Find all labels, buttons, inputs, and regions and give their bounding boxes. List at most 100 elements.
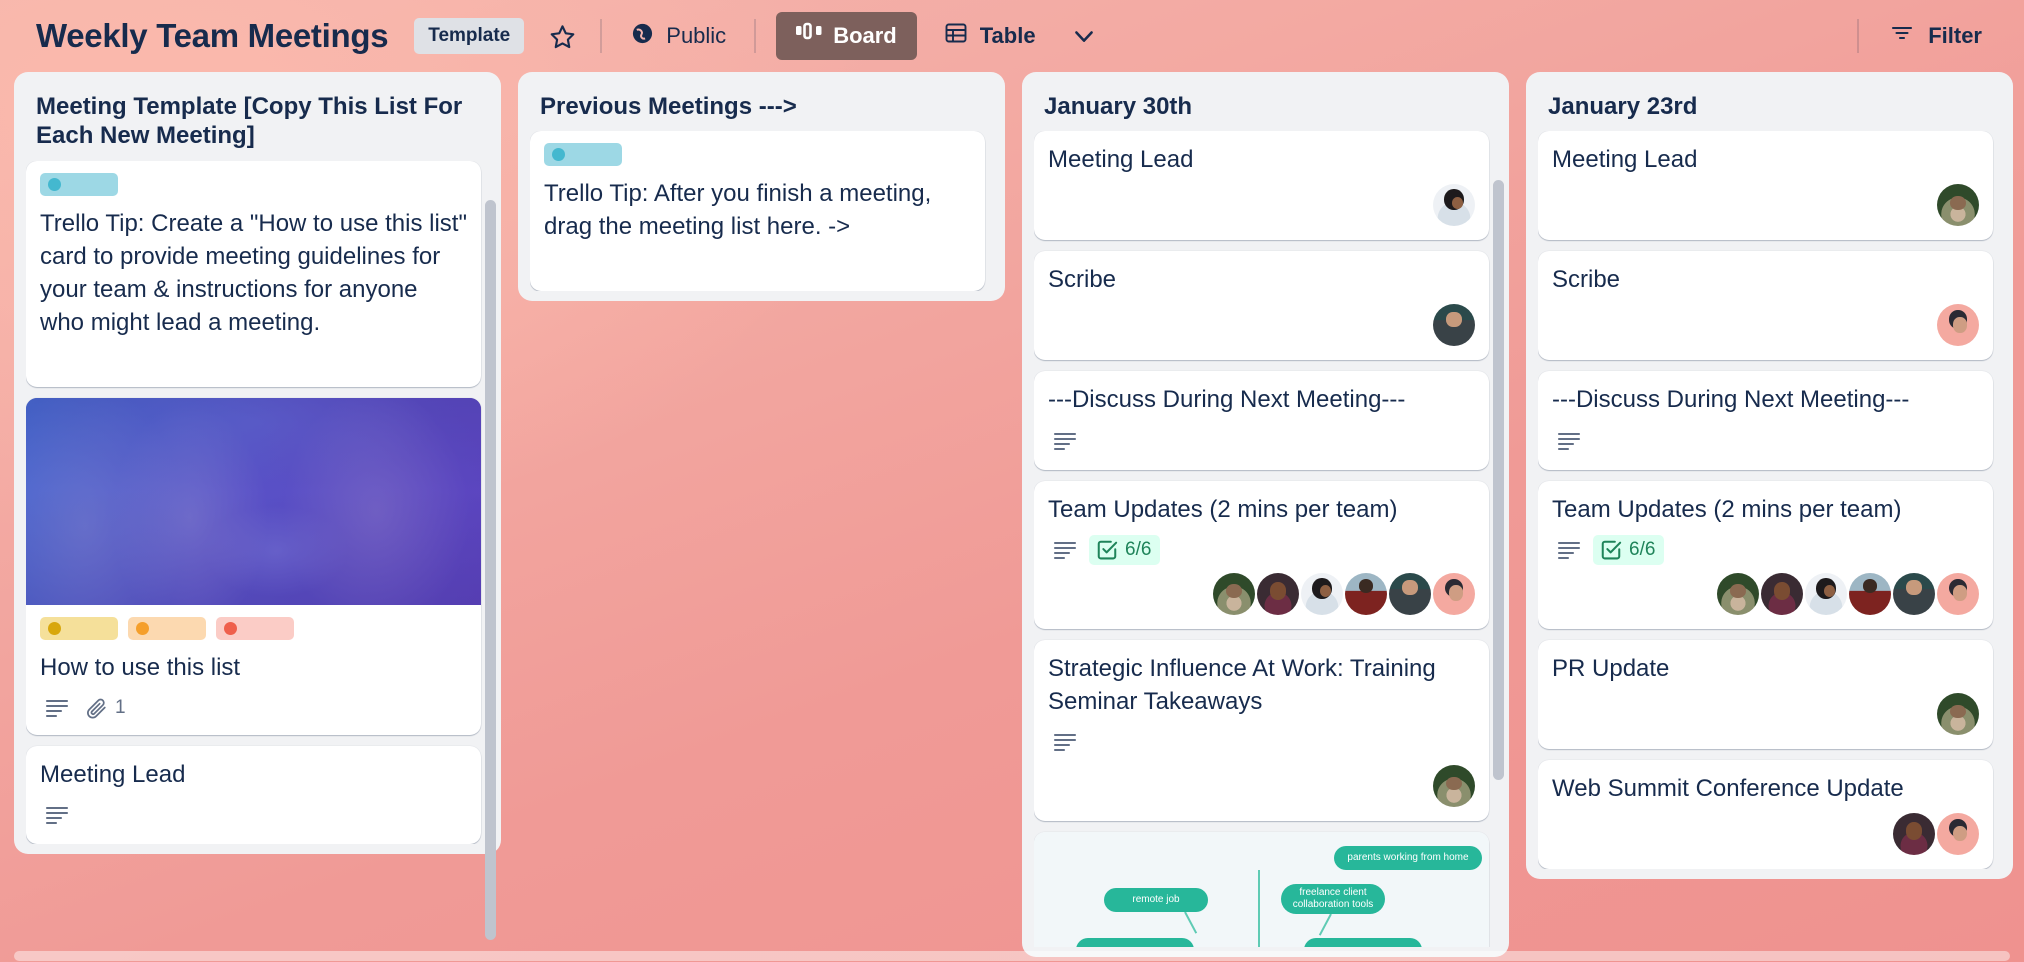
card[interactable]: PR Update — [1538, 639, 1993, 749]
card-label-yellow[interactable] — [40, 616, 118, 640]
card-badge-description[interactable] — [1552, 537, 1586, 563]
avatar[interactable] — [1433, 304, 1475, 347]
card[interactable]: Meeting Lead — [1538, 131, 1993, 241]
card-spacer — [40, 339, 467, 373]
card-title: Strategic Influence At Work: Training Se… — [1048, 654, 1436, 715]
chevron-down-icon[interactable] — [1058, 12, 1110, 60]
avatar[interactable] — [1937, 184, 1979, 227]
card-badge-attachment[interactable]: 1 — [81, 694, 131, 722]
avatar[interactable] — [1389, 572, 1431, 615]
checklist-icon — [1096, 539, 1118, 561]
card[interactable]: Trello Tip: Create a "How to use this li… — [26, 160, 481, 387]
card[interactable]: Strategic Influence At Work: Training Se… — [1034, 639, 1489, 821]
tab-board[interactable]: Board — [776, 12, 917, 60]
list-column: Meeting Template [Copy This List For Eac… — [14, 72, 501, 940]
card-badge-description[interactable] — [1048, 428, 1082, 454]
card-badge-checklist[interactable]: 6/6 — [1593, 534, 1665, 565]
card-title: ---Discuss During Next Meeting--- — [1048, 386, 1406, 414]
filter-label: Filter — [1928, 23, 1982, 48]
card-badges: 1 — [40, 693, 467, 723]
visibility-button[interactable]: Public — [616, 12, 740, 60]
description-icon — [1557, 540, 1581, 560]
label-dot-icon — [552, 148, 565, 162]
card-badge-description[interactable] — [40, 802, 74, 828]
card[interactable]: Meeting Lead — [26, 746, 481, 845]
card-title: Web Summit Conference Update — [1552, 774, 1904, 802]
card[interactable]: Scribe — [1034, 251, 1489, 361]
avatar[interactable] — [1257, 572, 1299, 615]
card-badge-checklist[interactable]: 6/6 — [1089, 534, 1161, 565]
card-members — [1048, 184, 1475, 227]
avatar[interactable] — [1893, 812, 1935, 855]
avatar[interactable] — [1345, 572, 1387, 615]
avatar[interactable] — [1433, 184, 1475, 227]
checklist-count: 6/6 — [1125, 538, 1152, 560]
avatar[interactable] — [1849, 572, 1891, 615]
attachment-count: 1 — [115, 697, 126, 719]
card-members — [1552, 812, 1979, 855]
list-column: January 30th Meeting Lead Scribe ---Discuss… — [1022, 72, 1509, 957]
card[interactable]: Team Updates (2 mins per team) 6/6 — [1034, 480, 1489, 629]
attachment-icon — [86, 697, 108, 719]
card-label-red[interactable] — [216, 616, 294, 640]
header-divider-3 — [1857, 19, 1860, 53]
label-dot-icon — [136, 621, 149, 635]
avatar[interactable] — [1937, 812, 1979, 855]
card-label-sky[interactable] — [40, 172, 118, 196]
board-horizontal-scrollbar[interactable] — [14, 951, 2010, 961]
card-badge-description[interactable] — [1552, 428, 1586, 454]
avatar[interactable] — [1301, 572, 1343, 615]
card[interactable]: Meeting Lead — [1034, 131, 1489, 241]
card[interactable]: Web Summit Conference Update — [1538, 759, 1993, 869]
card[interactable]: Trello Tip: After you finish a meeting, … — [530, 131, 985, 292]
list-scrollbar[interactable] — [1493, 180, 1504, 780]
avatar[interactable] — [1805, 572, 1847, 615]
avatar[interactable] — [1937, 572, 1979, 615]
card-labels — [544, 143, 971, 167]
tab-table[interactable]: Table — [927, 12, 1052, 60]
card-badge-description[interactable] — [1048, 537, 1082, 563]
card-badge-description[interactable] — [1048, 729, 1082, 755]
card[interactable]: Scribe — [1538, 251, 1993, 361]
card-members — [1048, 304, 1475, 347]
card-label-sky[interactable] — [544, 143, 622, 167]
tab-board-label: Board — [833, 23, 897, 48]
card-title: ---Discuss During Next Meeting--- — [1552, 386, 1910, 414]
list-title[interactable]: January 23rd — [1538, 84, 2007, 131]
card-list: Trello Tip: Create a "How to use this li… — [26, 160, 495, 845]
avatar[interactable] — [1937, 304, 1979, 347]
avatar[interactable] — [1433, 572, 1475, 615]
avatar[interactable] — [1433, 764, 1475, 807]
card[interactable]: ---Discuss During Next Meeting--- — [1034, 371, 1489, 470]
avatar[interactable] — [1761, 572, 1803, 615]
table-icon — [943, 21, 969, 51]
template-badge[interactable]: Template — [414, 18, 525, 54]
avatar[interactable] — [1213, 572, 1255, 615]
checklist-icon — [1600, 539, 1622, 561]
card-title: Scribe — [1048, 266, 1117, 294]
description-icon — [1053, 431, 1077, 451]
avatar[interactable] — [1717, 572, 1759, 615]
star-icon[interactable] — [538, 12, 586, 60]
card[interactable]: How to use this list 1 — [26, 397, 481, 736]
card-badge-description[interactable] — [40, 695, 74, 721]
card-cover-image — [26, 397, 481, 605]
list-title[interactable]: Meeting Template [Copy This List For Eac… — [26, 84, 495, 161]
card-members — [1048, 764, 1475, 807]
label-dot-icon — [224, 621, 237, 635]
filter-button[interactable]: Filter — [1873, 12, 1998, 60]
board-header: Weekly Team Meetings Template Public Boa… — [0, 0, 2024, 72]
list-title[interactable]: January 30th — [1034, 84, 1503, 131]
card[interactable]: Team Updates (2 mins per team) 6/6 — [1538, 480, 1993, 629]
card[interactable]: ---Discuss During Next Meeting--- — [1538, 371, 1993, 470]
mindmap-connector — [1318, 913, 1332, 936]
list-title[interactable]: Previous Meetings ---> — [530, 84, 999, 131]
list-column: Previous Meetings ---> Trello Tip: After… — [518, 72, 1005, 302]
card-label-orange[interactable] — [128, 616, 206, 640]
avatar[interactable] — [1937, 692, 1979, 735]
description-icon — [45, 698, 69, 718]
card-badges — [1552, 426, 1979, 456]
list-scrollbar[interactable] — [485, 200, 496, 940]
card[interactable]: parents working from home remote job freel… — [1034, 831, 1489, 947]
avatar[interactable] — [1893, 572, 1935, 615]
